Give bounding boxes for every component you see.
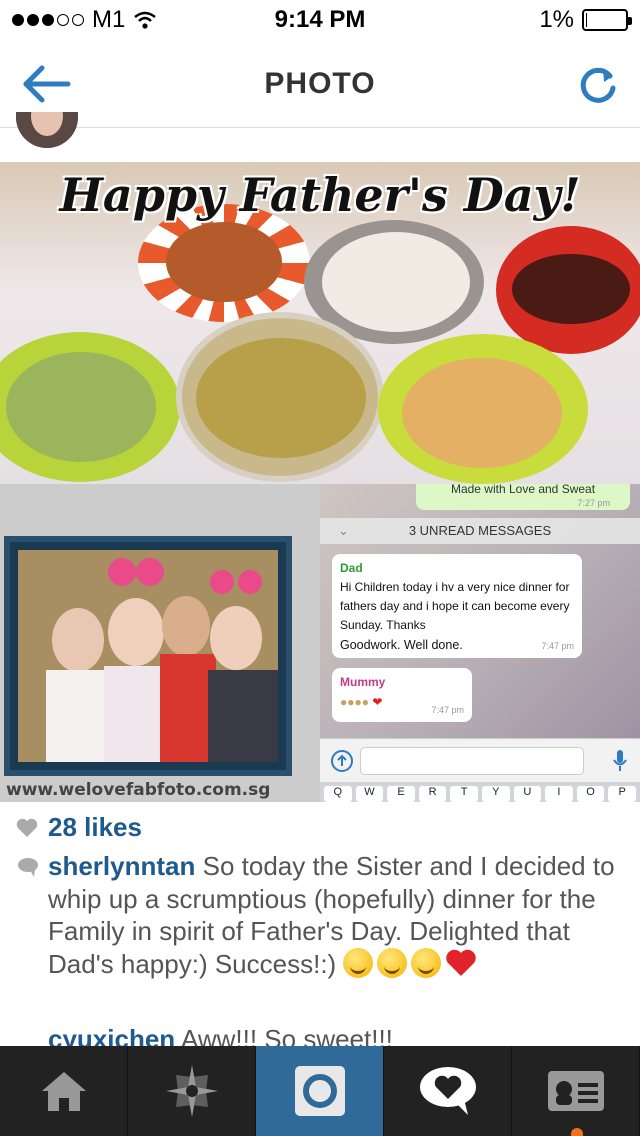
key: P (608, 786, 636, 802)
chat-screenshot-panel: Made with Love and Sweat 7:27 pm ⌄ 3 UNR… (320, 484, 640, 802)
battery-percent: 1% (539, 6, 574, 33)
tab-news[interactable] (384, 1046, 512, 1136)
key: U (513, 786, 542, 802)
key: Q (324, 786, 352, 802)
heart-bubble-icon (419, 1067, 476, 1115)
tab-explore[interactable] (128, 1046, 256, 1136)
plate-dish (166, 222, 282, 302)
post-photo[interactable]: Happy Father's Day! www.welovefabfoto.co… (0, 162, 640, 802)
key: T (450, 786, 478, 802)
back-arrow-icon[interactable] (20, 62, 72, 106)
refresh-icon[interactable] (576, 62, 620, 106)
carrier-group: M1 (12, 6, 157, 34)
carrier-name: M1 (92, 6, 126, 33)
sender-name: Mummy (340, 675, 386, 689)
battery-group: 1% (539, 6, 632, 34)
smile-emoji-icon (377, 947, 408, 978)
home-icon (41, 1072, 86, 1111)
tab-camera[interactable] (256, 1046, 384, 1136)
key: E (387, 786, 415, 802)
page-title: PHOTO (264, 66, 376, 100)
signal-strength-icon (12, 14, 84, 26)
plate-dish (322, 232, 470, 332)
plate-dish (402, 358, 562, 468)
plate-dish (512, 254, 630, 324)
plate-dish (196, 338, 366, 458)
heart-icon (16, 818, 38, 837)
avatar[interactable] (16, 112, 78, 148)
caption: sherlynntan So today the Sister and I de… (16, 850, 624, 980)
camera-icon (294, 1066, 345, 1116)
chat-input (360, 747, 584, 775)
dad-message-2: Goodwork. Well done. (340, 638, 463, 652)
chat-sent-time: 7:27 pm (577, 498, 610, 508)
likes-count[interactable]: 28 likes (48, 812, 142, 843)
plate-dish (6, 352, 156, 462)
unread-label: 3 UNREAD MESSAGES (408, 523, 552, 538)
red-heart-emoji-icon (446, 949, 477, 976)
chevron-down-icon: ⌄ (338, 523, 349, 538)
microphone-icon (613, 750, 627, 771)
chat-sent-text: Made with Love and Sweat (450, 484, 596, 496)
smile-emoji-icon (343, 947, 374, 978)
wifi-icon (134, 11, 157, 29)
message-time: 7:47 pm (431, 705, 464, 715)
chat-bubble-mummy: Mummy ●●●● ❤ 7:47 pm (332, 668, 472, 722)
chat-bubble-sent: Made with Love and Sweat 7:27 pm (416, 484, 630, 510)
chat-composer (320, 738, 640, 782)
comment-bubble-icon (18, 858, 38, 877)
key: O (576, 786, 605, 802)
status-bar: M1 9:14 PM 1% (0, 0, 640, 40)
battery-icon (582, 9, 632, 31)
smile-emoji-icon (411, 947, 442, 978)
dad-message: Hi Children today i hv a very nice dinne… (340, 580, 570, 632)
navigation-bar: PHOTO (0, 40, 640, 128)
explore-star-icon (165, 1065, 218, 1117)
family-photo (18, 550, 278, 762)
photo-title-text: Happy Father's Day! (59, 168, 581, 222)
unread-messages-bar: ⌄ 3 UNREAD MESSAGES (320, 518, 640, 544)
chat-bubble-dad: Dad Hi Children today i hv a very nice d… (332, 554, 582, 658)
profile-card-icon (547, 1071, 604, 1111)
tab-profile[interactable] (512, 1046, 640, 1136)
attach-icon (331, 750, 353, 772)
tab-bar (0, 1046, 640, 1136)
caption-text-block: sherlynntan So today the Sister and I de… (48, 850, 624, 980)
message-time: 7:47 pm (541, 641, 574, 651)
photobooth-url: www.welovefabfoto.com.sg (6, 780, 271, 800)
sender-name: Dad (340, 561, 363, 575)
key: W (355, 786, 384, 802)
key: R (418, 786, 447, 802)
notification-dot (571, 1128, 583, 1136)
key: I (545, 786, 573, 802)
likes-row[interactable]: 28 likes (16, 812, 142, 843)
photobooth-frame (4, 536, 292, 776)
food-collage-panel: Happy Father's Day! (0, 162, 640, 484)
caption-username[interactable]: sherlynntan (48, 851, 195, 881)
photobooth-panel: www.welovefabfoto.com.sg (0, 484, 320, 802)
tab-home[interactable] (0, 1046, 128, 1136)
keyboard-row: Q W E R T Y U I O P (320, 782, 640, 802)
key: Y (481, 786, 510, 802)
